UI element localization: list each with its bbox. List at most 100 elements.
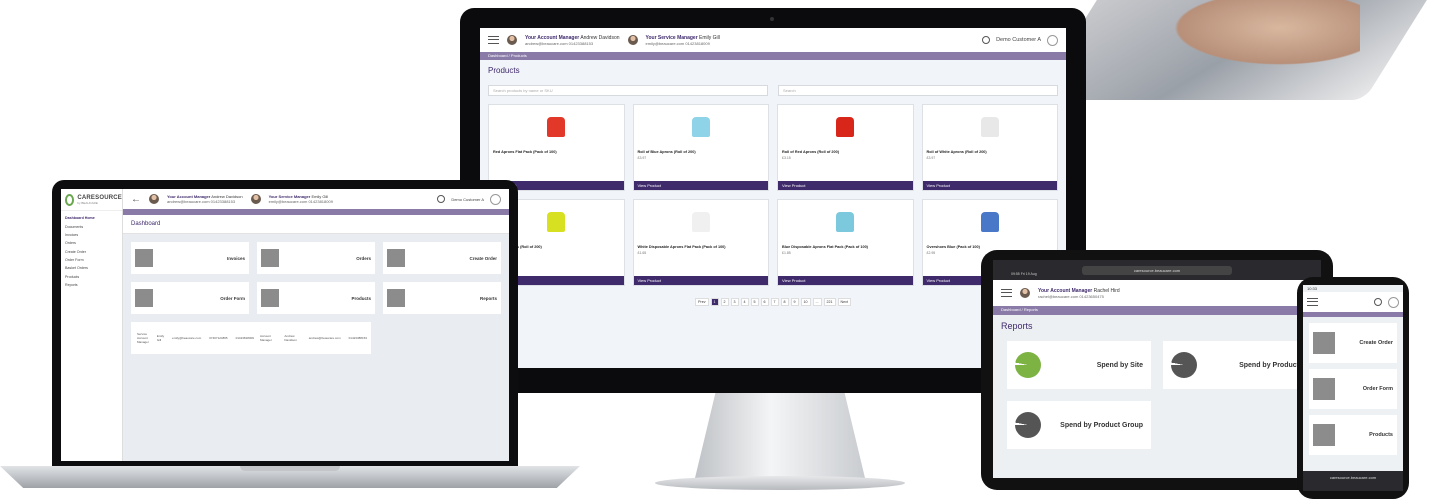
service-manager-contact: emily@beaucare.com 01423818009 (645, 40, 710, 46)
staff-role: Account Manager (258, 322, 279, 354)
sidebar-item[interactable]: Order Form (65, 256, 118, 264)
browser-bar[interactable]: caresource.beaucare.com (1303, 471, 1403, 491)
report-label: Spend by Site (1096, 361, 1143, 369)
tile-label: Orders (356, 255, 371, 261)
user-icon[interactable] (1388, 296, 1399, 308)
logo-icon (65, 193, 75, 206)
sidebar-item[interactable]: Create Order (65, 248, 118, 256)
breadcrumb: Dashboard / Reports (993, 306, 1321, 315)
sidebar-item[interactable]: Documents (65, 222, 118, 230)
dashboard-tile[interactable]: Order Form (131, 282, 249, 314)
account-manager: Your Account Manager Rachel Hird rachel@… (1038, 288, 1120, 299)
account-manager: Your Account Manager Andrew Davidson and… (525, 35, 620, 46)
sidebar-item[interactable]: Reports (65, 281, 118, 289)
product-name: Red Aprons Flat Pack (Pack of 100) (493, 150, 557, 154)
menu-icon[interactable] (488, 36, 499, 44)
pagination-item[interactable]: 2 (720, 298, 729, 306)
sidebar: CARESOURCE by BEAUCARE Dashboard Home Doc… (61, 189, 123, 461)
bell-icon[interactable] (1374, 298, 1382, 306)
report-tile[interactable]: Spend by Product (1163, 341, 1307, 389)
top-bar: Your Account Manager Rachel Hird rachel@… (993, 280, 1321, 306)
pagination-item[interactable]: 10 (800, 298, 811, 306)
dashboard-tile[interactable]: Orders (257, 242, 375, 274)
dashboard-tile[interactable]: Invoices (131, 242, 249, 274)
product-card[interactable]: Roll of White Aprons (Roll of 200) £3.97 V… (921, 104, 1058, 191)
tile-label: Order Form (220, 295, 245, 301)
service-manager: Your Service Manager Emily Gill emily@be… (646, 35, 720, 46)
user-icon[interactable] (1047, 34, 1058, 46)
dashboard-tile[interactable]: Products (257, 282, 375, 314)
marketing-composite: Your Account Manager Andrew Davidson and… (0, 0, 1443, 501)
sidebar-item[interactable]: Dashboard Home (65, 214, 118, 222)
product-image (778, 200, 913, 243)
bell-icon[interactable] (437, 195, 446, 203)
pagination-item[interactable]: Next (837, 298, 851, 306)
staff-office: 01423388153 (346, 322, 369, 354)
dashboard-tile[interactable]: Order Form (1309, 369, 1397, 409)
sidebar-item[interactable]: Invoices (65, 231, 118, 239)
user-icon[interactable] (490, 193, 501, 205)
phone-screen: 10:33 Create Order Order Form Products car… (1303, 285, 1403, 491)
menu-icon[interactable] (1001, 289, 1012, 297)
report-tile[interactable]: Spend by Site (1007, 341, 1151, 389)
dashboard-tile[interactable]: Reports (383, 282, 501, 314)
tile-icon (1313, 332, 1335, 354)
staff-card: Account Manager Andrew Davidson andrew@bea… (254, 322, 371, 354)
product-card[interactable]: Blue Disposable Aprons Flat Pack (Pack o… (777, 199, 914, 286)
dashboard-tile[interactable]: Products (1309, 415, 1397, 455)
logo-text: CARESOURCE (77, 194, 122, 201)
monitor-stand (695, 393, 865, 478)
apron-image (836, 211, 855, 232)
pagination-item[interactable]: 7 (770, 298, 779, 306)
pagination-item[interactable]: 6 (760, 298, 769, 306)
product-card[interactable]: White Disposable Aprons Flat Pack (Pack … (632, 199, 769, 286)
pagination-item[interactable]: 1 (710, 298, 719, 306)
dashboard-tile[interactable]: Create Order (383, 242, 501, 274)
view-product-button[interactable]: View Product (778, 181, 913, 190)
page-title: Dashboard (123, 215, 509, 234)
product-card[interactable]: Red Aprons Flat Pack (Pack of 100)View P… (488, 104, 625, 191)
avatar (627, 35, 638, 45)
pagination-item[interactable]: ... (812, 298, 822, 306)
sidebar-item[interactable]: Products (65, 273, 118, 281)
pagination-item[interactable]: 221 (823, 298, 836, 306)
customer-selector[interactable]: Demo Customer A (996, 37, 1041, 43)
product-card[interactable]: Roll of Blue Aprons (Roll of 200) £3.97 Vi… (632, 104, 769, 191)
view-product-button[interactable]: View Product (633, 181, 768, 190)
view-product-button[interactable]: View Product (922, 181, 1057, 190)
apron-image (836, 116, 855, 137)
pagination-item[interactable]: 8 (780, 298, 789, 306)
report-tile[interactable]: Spend by Product Group (1007, 401, 1151, 449)
product-name: Roll of Red Aprons (Roll of 200) (782, 150, 840, 154)
account-manager-name: Rachel Hird (1093, 287, 1120, 294)
pagination-item[interactable]: Prev (695, 298, 709, 306)
pagination-item[interactable]: 5 (750, 298, 759, 306)
pagination-item[interactable]: 9 (790, 298, 799, 306)
staff-email: emily@beaucare.com (170, 322, 204, 354)
pagination-item[interactable]: 3 (730, 298, 739, 306)
product-card[interactable]: Roll of Red Aprons (Roll of 200) £3.15 Vie… (777, 104, 914, 191)
dashboard-tile[interactable]: Create Order (1309, 323, 1397, 363)
tile-label: Create Order (1359, 340, 1393, 346)
product-price: £1.85 (782, 251, 791, 255)
sidebar-item[interactable]: Orders (65, 239, 118, 247)
tile-icon (261, 249, 279, 267)
filter-select[interactable]: Search (778, 85, 1058, 96)
service-manager-name: Emily Gill (699, 34, 720, 41)
bell-icon[interactable] (982, 36, 991, 44)
account-manager-contact: andrew@beaucare.com 01423388153 (167, 199, 236, 204)
pagination-item[interactable]: 4 (740, 298, 749, 306)
sidebar-item[interactable]: Basket Orders (65, 264, 118, 272)
apron-image (691, 116, 710, 137)
customer-selector[interactable]: Demo Customer A (451, 197, 484, 202)
menu-icon[interactable] (1307, 298, 1318, 306)
status-time: 10:33 (1307, 286, 1318, 291)
url-bar[interactable]: caresource.beaucare.com (1082, 265, 1232, 275)
top-bar: ← Your Account Manager Andrew Davidson a… (123, 189, 509, 209)
search-input[interactable]: Search products by name or SKU (488, 85, 768, 96)
product-price: £1.65 (637, 251, 647, 255)
tile-icon (1313, 424, 1335, 446)
back-arrow-icon[interactable]: ← (131, 194, 141, 205)
view-product-button[interactable]: View Product (778, 276, 913, 285)
view-product-button[interactable]: View Product (633, 276, 768, 285)
